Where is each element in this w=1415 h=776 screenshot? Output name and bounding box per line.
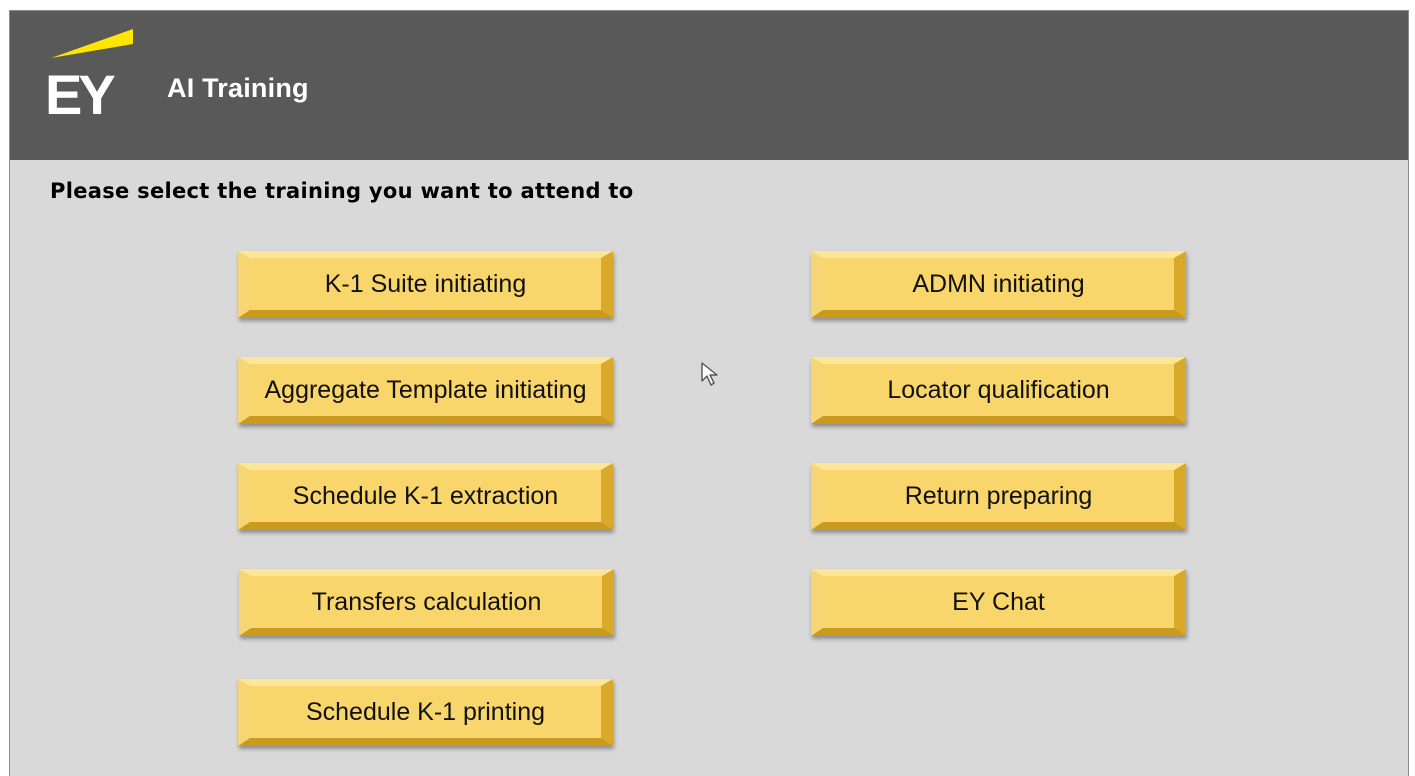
schedule-k1-extraction-button[interactable]: Schedule K-1 extraction [238,463,613,530]
ey-logo-text: EY [46,63,115,118]
button-label: Schedule K-1 extraction [292,482,559,510]
button-label: Return preparing [904,482,1093,510]
ey-logo: EY [46,26,138,118]
app-title: AI Training [167,73,309,103]
button-label: Locator qualification [887,376,1110,404]
ey-logo-icon: EY [46,29,133,118]
button-label: Transfers calculation [311,588,542,616]
schedule-k1-printing-button[interactable]: Schedule K-1 printing [238,679,613,746]
instruction-text: Please select the training you want to a… [50,179,634,203]
admn-initiating-button[interactable]: ADMN initiating [811,251,1186,318]
return-preparing-button[interactable]: Return preparing [811,463,1186,530]
button-label: EY Chat [952,588,1045,616]
button-label: ADMN initiating [912,270,1085,298]
button-label: Aggregate Template initiating [264,376,587,404]
locator-qualification-button[interactable]: Locator qualification [811,357,1186,424]
button-label: K-1 Suite initiating [324,270,527,298]
transfers-calculation-button[interactable]: Transfers calculation [239,569,614,636]
k1-suite-initiating-button[interactable]: K-1 Suite initiating [238,251,613,318]
header-bar: EY AI Training [10,11,1408,160]
button-label: Schedule K-1 printing [305,698,546,726]
ey-chat-button[interactable]: EY Chat [811,569,1186,636]
aggregate-template-initiating-button[interactable]: Aggregate Template initiating [238,357,613,424]
app-window: EY AI Training Please select the trainin… [9,10,1409,776]
